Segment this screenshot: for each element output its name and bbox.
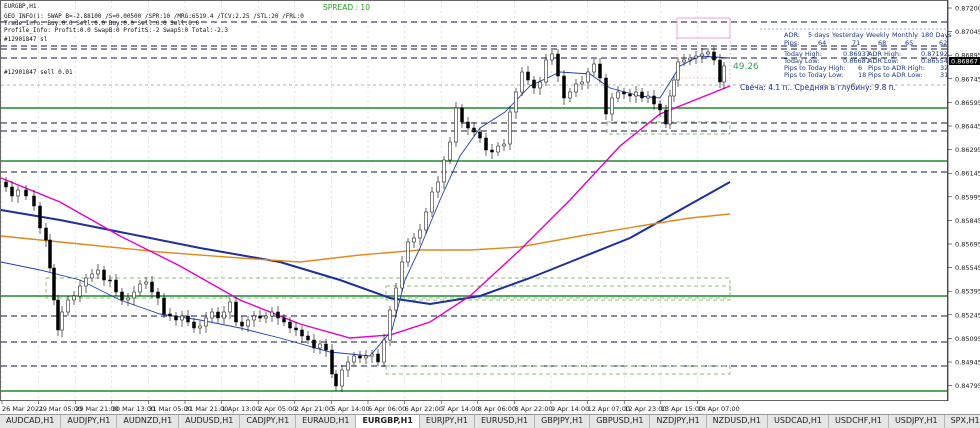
profile-info-line: Profile_Info: Profit:0.0 SwapB:0 ProfitS… xyxy=(4,27,228,34)
time-tick-label: 2 Apr 05:00 xyxy=(258,405,296,413)
symbol-tab[interactable]: AUDJPY,H1 xyxy=(61,415,118,428)
time-tick-label: 7 Apr 14:00 xyxy=(441,405,479,413)
price-chart[interactable]: 0.87200 0.87045 0.86895 0.86745 0.86595 0.864… xyxy=(0,0,980,414)
svg-text:71: 71 xyxy=(852,39,860,47)
symbol-tab-bar: AUDCAD,H1 AUDJPY,H1 AUDNZD,H1 AUDUSD,H1 CADJ… xyxy=(0,414,980,428)
price-tick-label: 0.86145 xyxy=(955,170,980,178)
current-price-label: 0.86867 xyxy=(951,58,978,66)
svg-text:Weekly: Weekly xyxy=(866,31,890,39)
svg-text:Yesterday: Yesterday xyxy=(831,31,864,39)
symbol-tab[interactable]: NZDUSD,H1 xyxy=(707,415,769,428)
time-tick-label: 9 Apr 14:00 xyxy=(551,405,589,413)
order-label-sell: #12901847 sell 0.01 xyxy=(4,69,73,76)
price-tick-label: 0.86595 xyxy=(955,99,980,107)
price-tick-label: 0.85545 xyxy=(955,264,980,272)
symbol-tab[interactable]: CADJPY,H1 xyxy=(240,415,297,428)
price-tick-label: 0.85245 xyxy=(955,311,980,319)
time-tick-label: 2 Apr 21:00 xyxy=(295,405,333,413)
price-tick-label: 0.84945 xyxy=(955,359,980,367)
symbol-tab[interactable]: GBPUSD,H1 xyxy=(590,415,651,428)
symbol-tab[interactable]: AUDCAD,H1 xyxy=(0,415,62,428)
price-tick-label: 0.86445 xyxy=(955,123,980,131)
symbol-tab[interactable]: SPX,H1 xyxy=(945,415,980,428)
svg-text:Pips to Today Low:: Pips to Today Low: xyxy=(784,71,843,79)
svg-text:65: 65 xyxy=(905,39,913,47)
symbol-tab[interactable]: GBPJPY,H1 xyxy=(535,415,591,428)
svg-text:Pips:: Pips: xyxy=(784,39,799,47)
symbol-tab[interactable]: USDJPY,H1 xyxy=(889,415,945,428)
time-tick-label: 5 Apr 14:00 xyxy=(331,405,369,413)
price-tick-label: 0.86745 xyxy=(955,75,980,83)
mt4-chart-window: 0.87200 0.87045 0.86895 0.86745 0.86595 0.864… xyxy=(0,0,980,428)
price-tick-label: 0.84795 xyxy=(955,382,980,390)
price-tick-label: 0.85695 xyxy=(955,241,980,249)
svg-text:64: 64 xyxy=(818,39,826,47)
time-tick-label: 8 Apr 06:00 xyxy=(478,405,516,413)
price-tick-label: 0.87045 xyxy=(955,28,980,36)
svg-text:31: 31 xyxy=(940,71,948,79)
svg-text:18: 18 xyxy=(858,71,866,79)
candle-info-label: Свеча: 4.1 п.. Средняя в глубину: 9.8 п. xyxy=(740,83,896,92)
svg-text:62: 62 xyxy=(939,39,947,47)
adr-table: ADR: 5 days Yesterday Weekly Monthly 180… xyxy=(783,31,952,79)
spread-label: SPREAD : 10 xyxy=(323,3,370,12)
price-tick-label: 0.86295 xyxy=(955,146,980,154)
order-label-sl: #12901847 sl xyxy=(4,36,48,43)
price-tick-label: 0.87200 xyxy=(955,5,980,13)
svg-text:ADR:: ADR: xyxy=(784,31,800,39)
price-tick-label: 0.85845 xyxy=(955,217,980,225)
svg-text:0.86687: 0.86687 xyxy=(843,57,870,65)
svg-text:180 Days: 180 Days xyxy=(921,31,952,39)
time-tick-label: 14 Apr 07:00 xyxy=(697,405,739,413)
symbol-tab[interactable]: EURGBP,H1 xyxy=(356,415,420,428)
adr-value-label: 49.26 xyxy=(733,62,759,72)
price-tick-label: 0.85095 xyxy=(955,335,980,343)
symbol-tab[interactable]: AUDUSD,H1 xyxy=(179,415,241,428)
price-tick-label: 0.85395 xyxy=(955,288,980,296)
time-tick-label: 6 Apr 06:00 xyxy=(368,405,406,413)
symbol-tab[interactable]: USDCHF,H1 xyxy=(829,415,889,428)
price-tick-label: 0.85995 xyxy=(955,193,980,201)
svg-text:Pips to ADR Low:: Pips to ADR Low: xyxy=(868,71,922,79)
time-tick-label: 8 Apr 22:00 xyxy=(514,405,552,413)
trade-info-line: Trade_Info: Buy:0.0 Sell:0.0 Buy:0.0 Sel… xyxy=(4,20,199,27)
symbol-title: EURGBP,H1 xyxy=(4,3,37,10)
symbol-tab[interactable]: EURJPY,H1 xyxy=(420,415,475,428)
svg-text:5 days: 5 days xyxy=(808,31,830,39)
symbol-tab[interactable]: EURUSD,H1 xyxy=(475,415,536,428)
time-tick-label: 1 Apr 13:00 xyxy=(222,405,260,413)
time-tick-label: 6 Apr 22:00 xyxy=(405,405,443,413)
time-tick-label: 26 Mar 2021 xyxy=(2,405,43,413)
time-axis: 26 Mar 202129 Mar 05:0029 Mar 21:0030 Ma… xyxy=(1,401,740,413)
svg-text:68: 68 xyxy=(878,39,886,47)
symbol-tab[interactable]: AUDNZD,H1 xyxy=(117,415,180,428)
symbol-tab[interactable]: USDCAD,H1 xyxy=(768,415,829,428)
symbol-tab[interactable]: NZDJPY,H1 xyxy=(650,415,707,428)
svg-text:Monthly: Monthly xyxy=(892,31,918,39)
symbol-tab[interactable]: EURAUD,H1 xyxy=(296,415,357,428)
geo-info-line: GEO_INFO(): SWAP B=-2.88100 /S=0.00500 /… xyxy=(4,13,304,20)
